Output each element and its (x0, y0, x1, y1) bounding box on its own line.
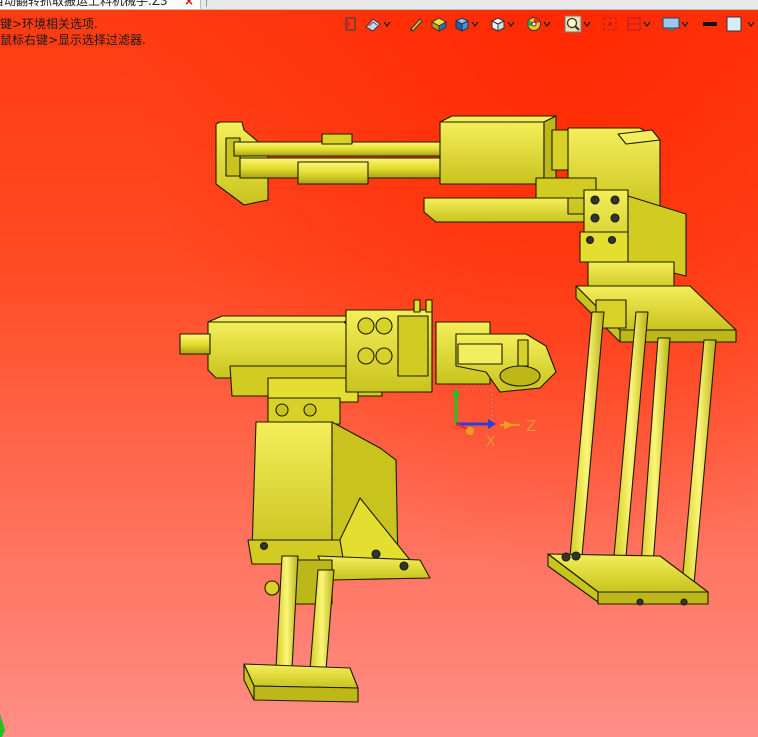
triad-x-label: X (486, 434, 496, 450)
color-wheel-icon[interactable] (526, 13, 551, 35)
pen-icon[interactable] (408, 13, 424, 35)
iso-cube-icon[interactable] (490, 13, 515, 35)
triad-z-label: Z (526, 417, 536, 435)
fit-icon[interactable] (602, 13, 618, 35)
section-icon[interactable] (626, 13, 651, 35)
robot-arm-model[interactable]: Z X (0, 0, 758, 737)
coordinate-triad (452, 388, 520, 435)
lower-body-assembly (243, 397, 431, 703)
fill-color-icon[interactable] (726, 13, 742, 35)
exit-icon[interactable] (342, 13, 358, 35)
document-tab-strip: 自动翻转抓取搬运上料机械手.Z3 × (0, 0, 758, 10)
zoom-icon[interactable] (564, 13, 591, 35)
view-toolbar (342, 13, 758, 35)
document-tab-title: 自动翻转抓取搬运上料机械手.Z3 (0, 0, 168, 8)
tab-close-icon[interactable]: × (184, 0, 194, 9)
hint-line-1: 键>环境相关选项. (0, 17, 98, 31)
cube-view-icon[interactable] (454, 13, 479, 35)
hint-line-2: 鼠标右键>显示选择过滤器. (0, 33, 146, 47)
right-column-assembly (547, 189, 737, 606)
line-style-icon[interactable] (702, 13, 718, 35)
display-icon[interactable] (662, 13, 689, 35)
fill-color-dropdown-icon[interactable] (746, 13, 755, 35)
corner-axis-icon (0, 714, 5, 737)
view-style-icon[interactable] (364, 13, 391, 35)
middle-gripper-assembly (179, 299, 557, 403)
tab-separator (206, 0, 207, 7)
document-tab[interactable]: 自动翻转抓取搬运上料机械手.Z3 × (0, 0, 201, 9)
solid-shade-icon[interactable] (430, 13, 448, 35)
